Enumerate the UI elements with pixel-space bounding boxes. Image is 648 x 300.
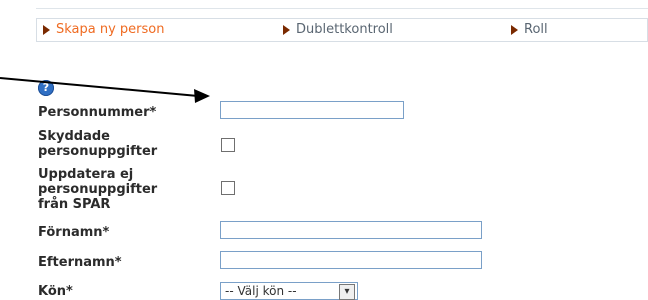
chevron-down-icon: ▾ xyxy=(339,284,355,300)
personnummer-label: Personnummer* xyxy=(38,105,157,120)
step-label: Roll xyxy=(524,22,548,37)
efternamn-input[interactable] xyxy=(220,251,482,269)
top-divider xyxy=(36,8,648,9)
fornamn-label: Förnamn* xyxy=(38,225,110,240)
help-icon[interactable]: ? xyxy=(38,80,54,96)
uppdatera-checkbox[interactable] xyxy=(221,181,235,195)
step-skapa-ny-person[interactable]: Skapa ny person xyxy=(43,22,165,37)
step-tabs: Skapa ny person Dublettkontroll Roll xyxy=(36,18,648,42)
fornamn-input[interactable] xyxy=(220,221,482,239)
skyddade-label-line1: Skyddade xyxy=(38,129,110,144)
personnummer-input[interactable] xyxy=(220,101,404,119)
kon-label: Kön* xyxy=(38,284,73,299)
uppdatera-label-line3: från SPAR xyxy=(38,197,111,212)
triangle-right-icon xyxy=(43,24,50,35)
uppdatera-label-line2: personuppgifter xyxy=(38,182,158,197)
uppdatera-label-line1: Uppdatera ej xyxy=(38,167,134,182)
form-frame: Skapa ny person Dublettkontroll Roll ? P… xyxy=(36,0,648,300)
step-dublettkontroll[interactable]: Dublettkontroll xyxy=(283,22,393,37)
skyddade-label-line2: personuppgifter xyxy=(38,144,158,159)
triangle-right-icon xyxy=(283,24,290,35)
kon-select[interactable]: -- Välj kön -- ▾ xyxy=(220,282,358,300)
step-label: Dublettkontroll xyxy=(296,22,393,37)
triangle-right-icon xyxy=(511,24,518,35)
efternamn-label: Efternamn* xyxy=(38,255,122,270)
step-label: Skapa ny person xyxy=(56,22,165,37)
kon-selected-value: -- Välj kön -- xyxy=(225,284,297,298)
skyddade-checkbox[interactable] xyxy=(221,138,235,152)
step-roll[interactable]: Roll xyxy=(511,22,548,37)
